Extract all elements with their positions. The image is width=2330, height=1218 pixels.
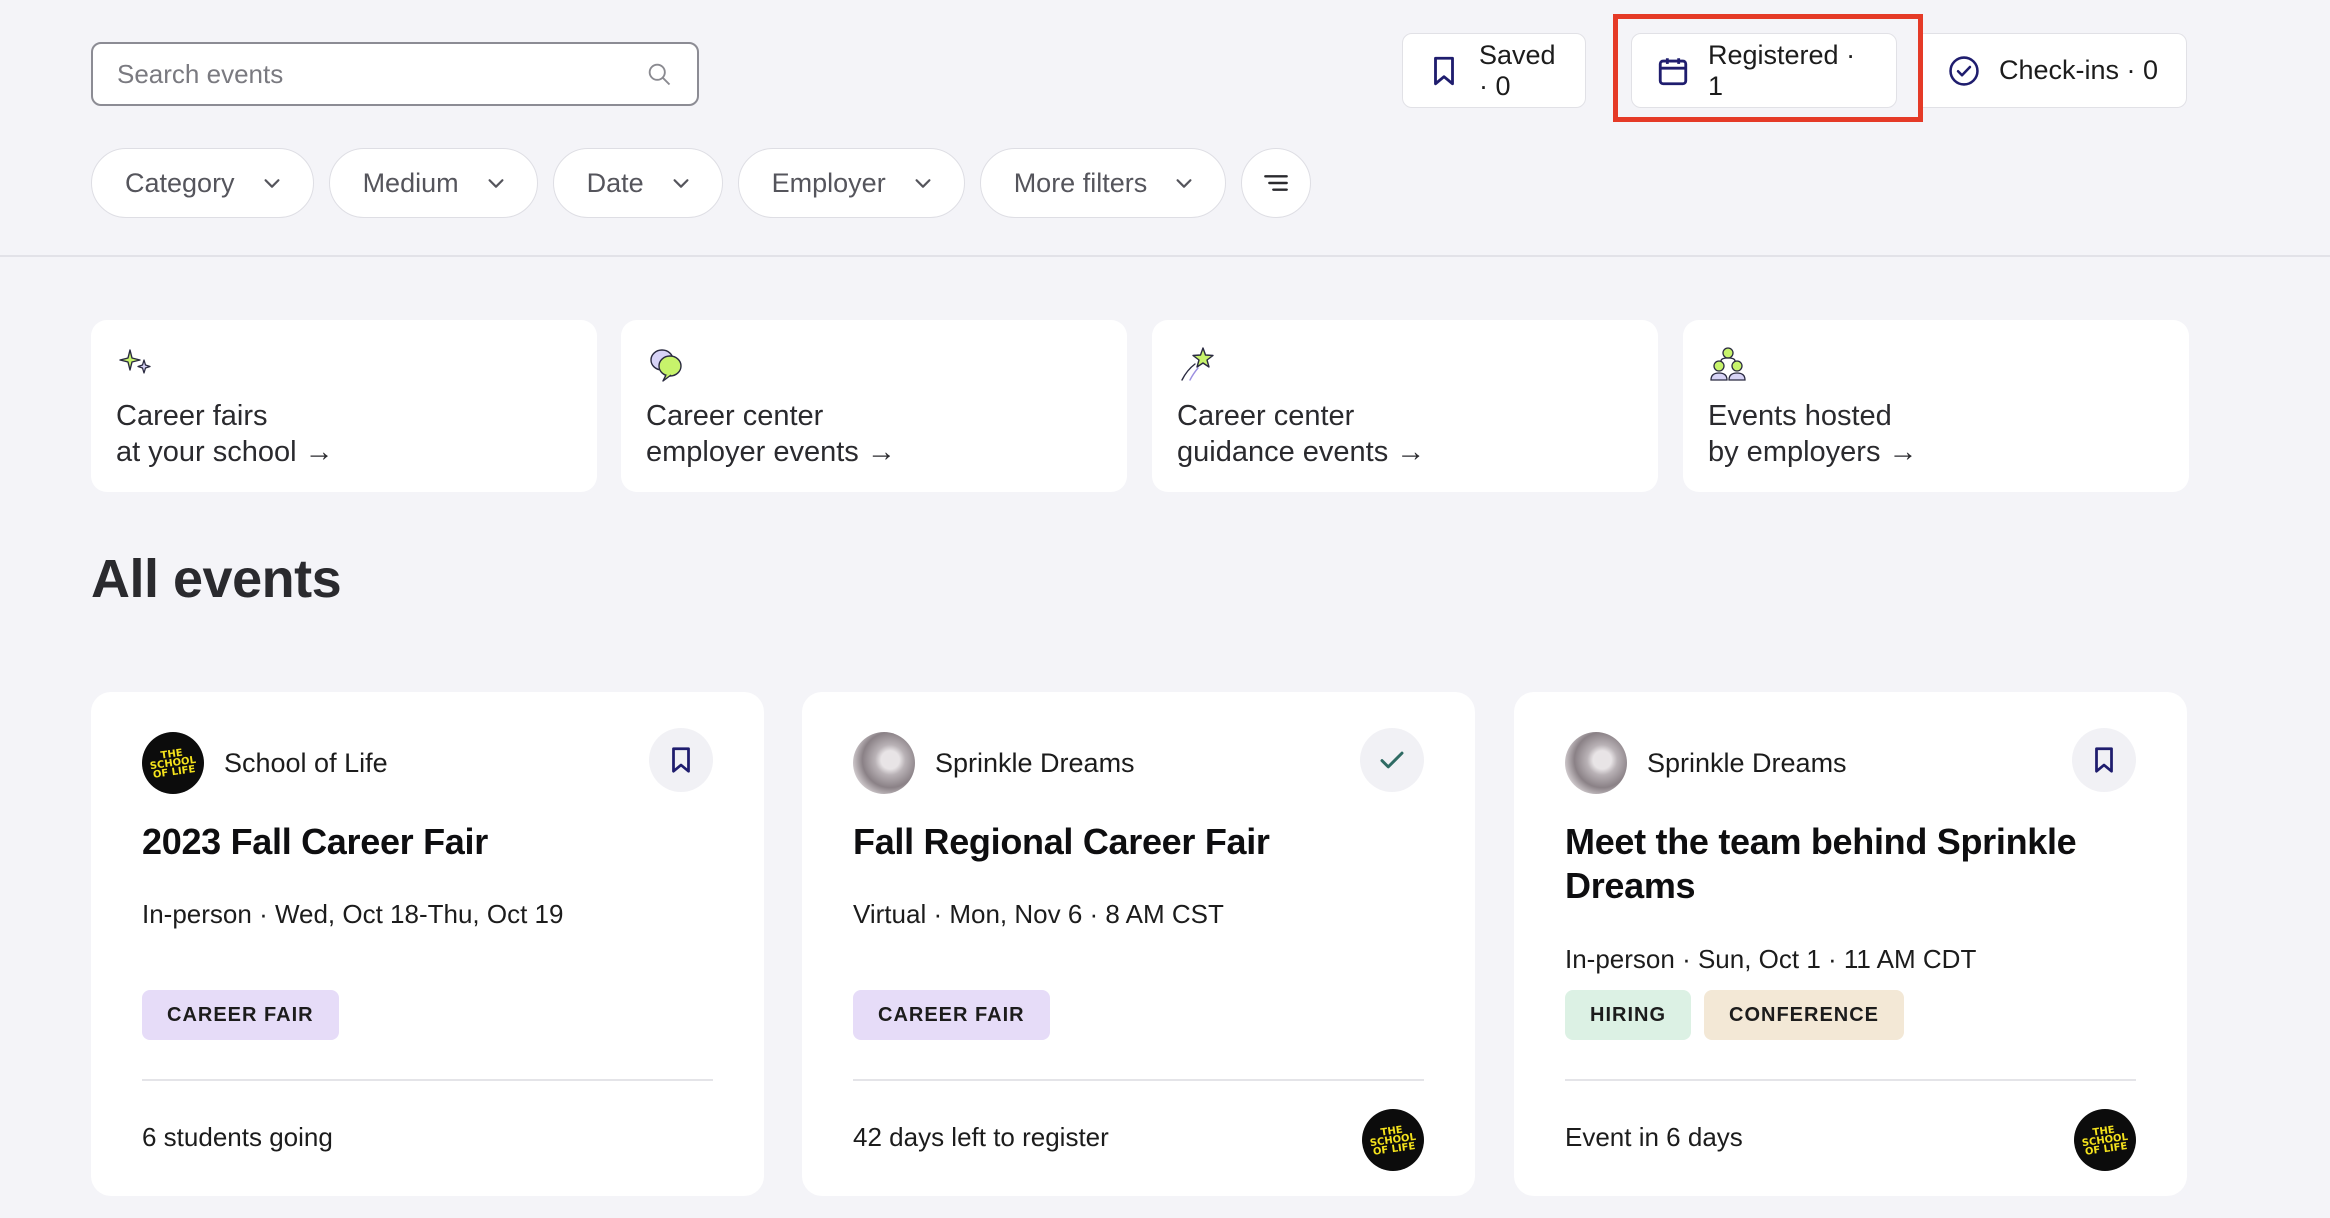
event-title[interactable]: Fall Regional Career Fair [853, 820, 1423, 864]
bookmark-button[interactable] [2072, 728, 2136, 792]
filter-label: Medium [362, 167, 459, 198]
quick-link-line1: Events hosted [1708, 400, 1892, 432]
school-of-life-logo: THE SCHOOL OF LIFE [2074, 1109, 2136, 1171]
event-card[interactable]: THE SCHOOL OF LIFE School of Life 2023 F… [91, 692, 764, 1196]
check-ins-button[interactable]: Check-ins · 0 [1923, 33, 2187, 108]
event-meta: In-person · Sun, Oct 1 · 11 AM CDT [1565, 944, 1977, 974]
divider [1565, 1079, 2136, 1081]
saved-label: Saved · 0 [1479, 39, 1556, 101]
check-ins-label: Check-ins · 0 [1999, 55, 2159, 85]
filter-label: More filters [1013, 167, 1148, 198]
filter-medium[interactable]: Medium [328, 148, 538, 218]
top-bar: Saved · 0 Registered · 1 Check-ins · 0 C… [0, 0, 2330, 257]
event-footer: 6 students going [142, 1122, 333, 1152]
quick-link-line2: at your school → [116, 436, 334, 468]
bookmark-icon [2089, 745, 2119, 775]
bookmark-icon [666, 745, 696, 775]
chevron-down-icon [912, 172, 934, 194]
event-card[interactable]: Sprinkle Dreams Meet the team behind Spr… [1514, 692, 2187, 1196]
event-footer: 42 days left to register [853, 1122, 1109, 1152]
school-of-life-logo: THE SCHOOL OF LIFE [1362, 1109, 1424, 1171]
sort-button[interactable] [1241, 148, 1312, 218]
quick-link-career-fairs[interactable]: Career fairs at your school → [91, 320, 597, 492]
quick-link-line1: Career fairs [116, 400, 268, 432]
event-organizer[interactable]: Sprinkle Dreams [853, 732, 1135, 794]
sparkles-icon [116, 344, 572, 384]
search-input[interactable] [117, 58, 645, 90]
event-tags: CAREER FAIR [853, 990, 1050, 1040]
tag-career-fair: CAREER FAIR [142, 990, 339, 1040]
event-title[interactable]: Meet the team behind Sprinkle Dreams [1565, 820, 2135, 908]
chevron-down-icon [670, 172, 692, 194]
event-tags: HIRING CONFERENCE [1565, 990, 1905, 1040]
bookmark-icon [1427, 54, 1461, 88]
event-card[interactable]: Sprinkle Dreams Fall Regional Career Fai… [802, 692, 1475, 1196]
divider [853, 1079, 1424, 1081]
chat-bubbles-icon [646, 344, 1102, 384]
tag-conference: CONFERENCE [1704, 990, 1905, 1040]
saved-button[interactable]: Saved · 0 [1402, 33, 1586, 108]
chevron-down-icon [1173, 172, 1195, 194]
organizer-name: School of Life [224, 747, 388, 778]
quick-link-guidance-events[interactable]: Career center guidance events → [1152, 320, 1658, 492]
event-footer: Event in 6 days [1565, 1122, 1743, 1152]
organizer-name: Sprinkle Dreams [935, 747, 1135, 778]
filter-label: Category [125, 167, 235, 198]
event-organizer[interactable]: THE SCHOOL OF LIFE School of Life [142, 732, 388, 794]
check-circle-icon [1947, 54, 1981, 88]
event-title[interactable]: 2023 Fall Career Fair [142, 820, 712, 864]
quick-link-line1: Career center [646, 400, 824, 432]
organizer-name: Sprinkle Dreams [1647, 747, 1847, 778]
event-meta: Virtual · Mon, Nov 6 · 8 AM CST [853, 899, 1224, 929]
calendar-icon [1656, 54, 1690, 88]
sprinkle-dreams-avatar [853, 732, 915, 794]
filter-label: Employer [771, 167, 886, 198]
search-icon[interactable] [645, 60, 673, 88]
quick-link-employer-events[interactable]: Career center employer events → [621, 320, 1127, 492]
shooting-star-icon [1177, 344, 1633, 384]
search-box[interactable] [91, 42, 699, 106]
people-group-icon [1708, 344, 2164, 384]
quick-link-employer-hosted[interactable]: Events hosted by employers → [1683, 320, 2189, 492]
event-meta: In-person · Wed, Oct 18-Thu, Oct 19 [142, 899, 564, 929]
filter-more[interactable]: More filters [979, 148, 1227, 218]
school-of-life-logo: THE SCHOOL OF LIFE [142, 732, 204, 794]
chevron-down-icon [485, 172, 507, 194]
registered-label: Registered · 1 [1708, 39, 1856, 101]
tag-career-fair: CAREER FAIR [853, 990, 1050, 1040]
registered-check-button[interactable] [1360, 728, 1424, 792]
chevron-down-icon [261, 172, 283, 194]
registered-button[interactable]: Registered · 1 [1631, 33, 1897, 108]
filter-label: Date [586, 167, 644, 198]
filter-date[interactable]: Date [552, 148, 723, 218]
filter-employer[interactable]: Employer [737, 148, 965, 218]
divider [142, 1079, 713, 1081]
quick-link-line1: Career center [1177, 400, 1355, 432]
filter-bar: Category Medium Date Employer More filte… [91, 148, 1312, 218]
quick-link-line2: by employers → [1708, 436, 1918, 468]
check-icon [1377, 745, 1407, 775]
quick-link-line2: guidance events → [1177, 436, 1426, 468]
page-title: All events [91, 549, 342, 609]
sort-icon [1260, 167, 1292, 199]
tag-hiring: HIRING [1565, 990, 1691, 1040]
event-organizer[interactable]: Sprinkle Dreams [1565, 732, 1847, 794]
event-tags: CAREER FAIR [142, 990, 339, 1040]
quick-link-line2: employer events → [646, 436, 896, 468]
bookmark-button[interactable] [649, 728, 713, 792]
sprinkle-dreams-avatar [1565, 732, 1627, 794]
filter-category[interactable]: Category [91, 148, 314, 218]
